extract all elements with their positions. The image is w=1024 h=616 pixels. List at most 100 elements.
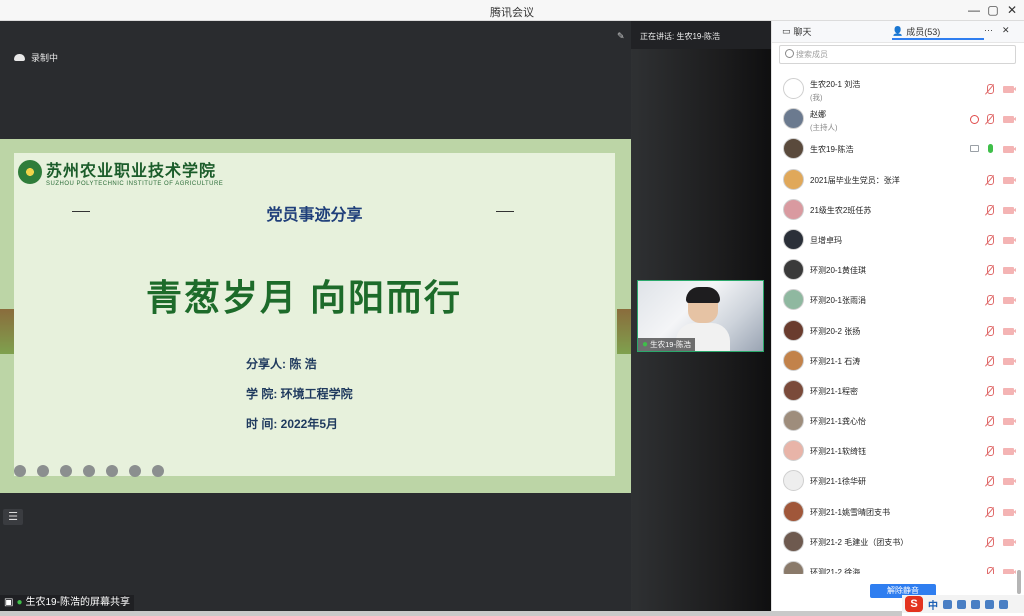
member-name: 生农19-陈浩 xyxy=(810,145,854,155)
member-row[interactable]: 2021届毕业生党员：张洋 xyxy=(772,165,1024,195)
mic-muted-icon[interactable] xyxy=(985,174,994,186)
camera-off-icon[interactable] xyxy=(1003,357,1016,365)
member-row[interactable]: 环测20-2 张扬 xyxy=(772,316,1024,346)
screen-icon: ▣ xyxy=(4,597,14,608)
member-name: 环测20-2 张扬 xyxy=(810,326,861,336)
tab-chat[interactable]: ▭ 聊天 xyxy=(782,25,812,38)
school-name-cn: 苏州农业职业技术学院 xyxy=(46,161,217,180)
close-panel-button[interactable]: ✕ xyxy=(1002,25,1010,36)
keyboard-icon[interactable] xyxy=(971,599,980,609)
participant-hair xyxy=(686,287,720,303)
pin-icon: ✎ xyxy=(617,31,625,41)
member-name: 生农20-1 刘浩 xyxy=(810,80,861,89)
avatar xyxy=(783,561,804,574)
member-row[interactable]: 环测21-1龚心怡 xyxy=(772,406,1024,436)
camera-off-icon[interactable] xyxy=(1003,508,1016,516)
member-row[interactable]: 环测21-1程密 xyxy=(772,376,1024,406)
member-row[interactable]: 环测21-2 徐海 xyxy=(772,557,1024,574)
punctuation-icon[interactable] xyxy=(943,599,952,609)
camera-off-icon[interactable] xyxy=(1003,146,1016,154)
mic-on-icon[interactable] xyxy=(988,144,993,154)
member-row[interactable]: 环测21-1软绮钰 xyxy=(772,436,1024,466)
speaking-indicator: ✎ 正在讲话: 生农19-陈浩 xyxy=(617,21,771,49)
member-row[interactable]: 环测21-1徐华研 xyxy=(772,466,1024,496)
close-window-button[interactable]: ✕ xyxy=(1003,2,1021,18)
mic-muted-icon[interactable] xyxy=(985,446,994,457)
camera-off-icon[interactable] xyxy=(1003,206,1016,214)
mic-muted-icon[interactable] xyxy=(985,84,994,95)
more-options-icon[interactable] xyxy=(152,465,164,477)
list-menu-icon[interactable]: ☰ xyxy=(3,509,23,525)
member-row[interactable]: 生农19-陈浩 xyxy=(772,134,1024,164)
mic-muted-icon[interactable] xyxy=(985,265,994,276)
member-row[interactable]: 赵娜 (主持人) xyxy=(772,104,1024,134)
mic-muted-icon[interactable] xyxy=(985,114,994,125)
camera-off-icon[interactable] xyxy=(1003,297,1016,305)
ime-brand-icon[interactable]: S xyxy=(905,596,923,612)
camera-off-icon[interactable] xyxy=(1003,478,1016,486)
maximize-button[interactable]: ▢ xyxy=(984,2,1002,18)
mic-muted-icon[interactable] xyxy=(985,506,994,518)
mic-muted-icon[interactable] xyxy=(985,385,994,397)
camera-off-icon[interactable] xyxy=(1003,448,1016,456)
member-row[interactable]: 环测20-1黄佳琪 xyxy=(772,255,1024,285)
zoom-icon[interactable] xyxy=(83,465,95,477)
speaker-line: 分享人: 陈 浩 xyxy=(246,357,317,371)
minimize-button[interactable]: — xyxy=(965,2,983,18)
camera-off-icon[interactable] xyxy=(1003,267,1016,275)
panel-tabs: ▭ 聊天 👤 成员(53) ··· ✕ xyxy=(772,21,1024,43)
camera-off-icon[interactable] xyxy=(1003,418,1016,426)
toolbox-icon[interactable] xyxy=(999,599,1008,609)
member-row[interactable]: 环测21-1 石涛 xyxy=(772,346,1024,376)
prev-slide-icon[interactable] xyxy=(14,465,26,477)
camera-off-icon[interactable] xyxy=(1003,387,1016,395)
mic-muted-icon[interactable] xyxy=(985,234,994,246)
mic-muted-icon[interactable] xyxy=(985,355,994,367)
camera-off-icon[interactable] xyxy=(1003,538,1016,546)
avatar xyxy=(783,530,804,552)
avatar xyxy=(783,500,804,522)
member-name: 环测21-1软绮钰 xyxy=(810,447,867,457)
member-row[interactable]: 环测20-1张雨涓 xyxy=(772,285,1024,315)
member-row[interactable]: 21级生农2班任苏 xyxy=(772,195,1024,225)
next-slide-icon[interactable] xyxy=(37,465,49,477)
mic-muted-icon[interactable] xyxy=(985,295,994,306)
tab-members-label: 成员(53) xyxy=(906,27,941,37)
camera-off-icon[interactable] xyxy=(1003,116,1016,124)
taskbar-strip xyxy=(0,611,902,616)
camera-off-icon[interactable] xyxy=(1003,569,1016,574)
tab-members[interactable]: 👤 成员(53) xyxy=(892,25,984,40)
ime-language[interactable]: 中 xyxy=(928,597,938,612)
mic-muted-icon[interactable] xyxy=(985,204,994,216)
slide-edge-right xyxy=(617,309,631,354)
camera-off-icon[interactable] xyxy=(1003,176,1016,184)
voice-icon[interactable] xyxy=(957,599,966,609)
member-row[interactable]: 生农20-1 刘浩 (我) xyxy=(772,74,1024,104)
member-search-input[interactable] xyxy=(796,47,1006,62)
member-row[interactable]: 旦增卓玛 xyxy=(772,225,1024,255)
mic-muted-icon[interactable] xyxy=(985,476,994,487)
subtitle-icon[interactable] xyxy=(129,465,141,477)
member-list-scrollbar[interactable] xyxy=(1017,570,1021,594)
mic-muted-icon[interactable] xyxy=(985,416,994,427)
member-name: 环测20-1张雨涓 xyxy=(810,296,867,306)
skin-icon[interactable] xyxy=(985,599,994,609)
camera-off-icon[interactable] xyxy=(1003,86,1016,93)
time-line: 时 间: 2022年5月 xyxy=(246,417,339,431)
member-row[interactable]: 环测21-1姚雪晴团支书 xyxy=(772,497,1024,527)
member-row[interactable]: 环测21-2 毛建业（团支书） xyxy=(772,527,1024,557)
avatar xyxy=(783,228,804,250)
camera-off-icon[interactable] xyxy=(1003,327,1016,335)
more-button[interactable]: ··· xyxy=(984,25,993,35)
video-tile[interactable]: ● 生农19-陈浩 xyxy=(637,280,764,352)
member-search[interactable] xyxy=(779,45,1016,64)
member-name: 环测21-2 徐海 xyxy=(810,568,861,574)
pen-icon[interactable] xyxy=(60,465,72,477)
camera-off-icon[interactable] xyxy=(1003,236,1016,244)
mic-muted-icon[interactable] xyxy=(985,567,994,574)
mic-muted-icon[interactable] xyxy=(985,325,994,337)
video-icon[interactable] xyxy=(106,465,118,477)
screen-share-icon xyxy=(970,145,979,153)
avatar xyxy=(783,289,804,311)
mic-muted-icon[interactable] xyxy=(985,536,994,548)
